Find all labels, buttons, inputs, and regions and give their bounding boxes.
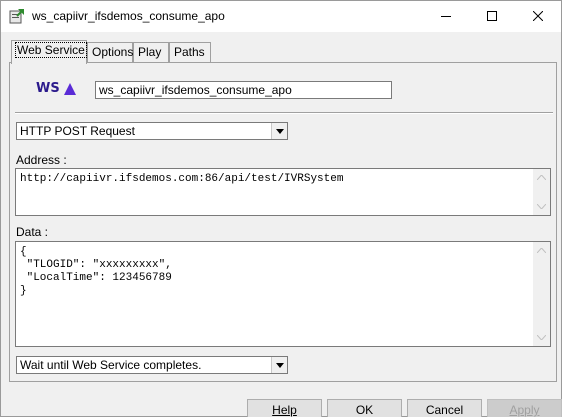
scroll-up-icon[interactable]: [533, 242, 550, 259]
tab-paths[interactable]: Paths: [169, 42, 211, 63]
dialog-window: ws_capiivr_ifsdemos_consume_apo Web Serv…: [0, 0, 562, 417]
separator: [15, 112, 553, 114]
address-textarea[interactable]: http://capiivr.ifsdemos.com:86/api/test/…: [15, 168, 551, 216]
tab-web-service[interactable]: Web Service: [11, 40, 87, 64]
chevron-down-icon[interactable]: [271, 357, 287, 373]
maximize-icon: [487, 10, 497, 24]
data-value: { "TLOGID": "xxxxxxxxx", "LocalTime": 12…: [20, 246, 172, 297]
maximize-button[interactable]: [469, 1, 515, 32]
window-title: ws_capiivr_ifsdemos_consume_apo: [32, 9, 225, 23]
request-method-value: HTTP POST Request: [20, 124, 135, 138]
address-value: http://capiivr.ifsdemos.com:86/api/test/…: [20, 173, 344, 185]
ws-logo: WS: [36, 81, 60, 96]
tab-options[interactable]: Options: [87, 42, 133, 63]
apply-button[interactable]: Apply: [487, 399, 562, 417]
chevron-down-icon[interactable]: [271, 123, 287, 139]
triangle-icon: [63, 82, 77, 96]
service-name-input[interactable]: ws_capiivr_ifsdemos_consume_apo: [95, 81, 392, 99]
minimize-icon: [441, 10, 451, 24]
scroll-down-icon[interactable]: [533, 198, 550, 215]
close-icon: [532, 10, 544, 24]
address-label: Address :: [16, 153, 67, 167]
tab-label: Paths: [174, 45, 205, 59]
tab-label: Options: [92, 45, 134, 59]
wait-mode-value: Wait until Web Service completes.: [20, 358, 202, 372]
scroll-up-icon[interactable]: [533, 169, 550, 186]
ok-button[interactable]: OK: [327, 399, 402, 417]
request-method-select[interactable]: HTTP POST Request: [16, 122, 288, 140]
title-bar[interactable]: ws_capiivr_ifsdemos_consume_apo: [1, 1, 561, 32]
data-scrollbar[interactable]: [533, 242, 550, 346]
scroll-down-icon[interactable]: [533, 329, 550, 346]
tab-label: Web Service: [15, 42, 87, 58]
wait-mode-select[interactable]: Wait until Web Service completes.: [16, 356, 288, 374]
address-scrollbar[interactable]: [533, 169, 550, 215]
help-button[interactable]: Help: [247, 399, 322, 417]
tab-label: Play: [138, 45, 162, 59]
data-textarea[interactable]: { "TLOGID": "xxxxxxxxx", "LocalTime": 12…: [15, 241, 551, 347]
help-label: Help: [272, 403, 297, 417]
tab-play[interactable]: Play: [133, 42, 169, 63]
cancel-label: Cancel: [425, 403, 464, 417]
minimize-button[interactable]: [423, 1, 469, 32]
data-label: Data :: [16, 225, 49, 239]
app-icon: [9, 8, 25, 24]
close-button[interactable]: [515, 1, 561, 32]
ok-label: OK: [355, 403, 374, 417]
apply-label: Apply: [509, 403, 540, 417]
cancel-button[interactable]: Cancel: [407, 399, 482, 417]
